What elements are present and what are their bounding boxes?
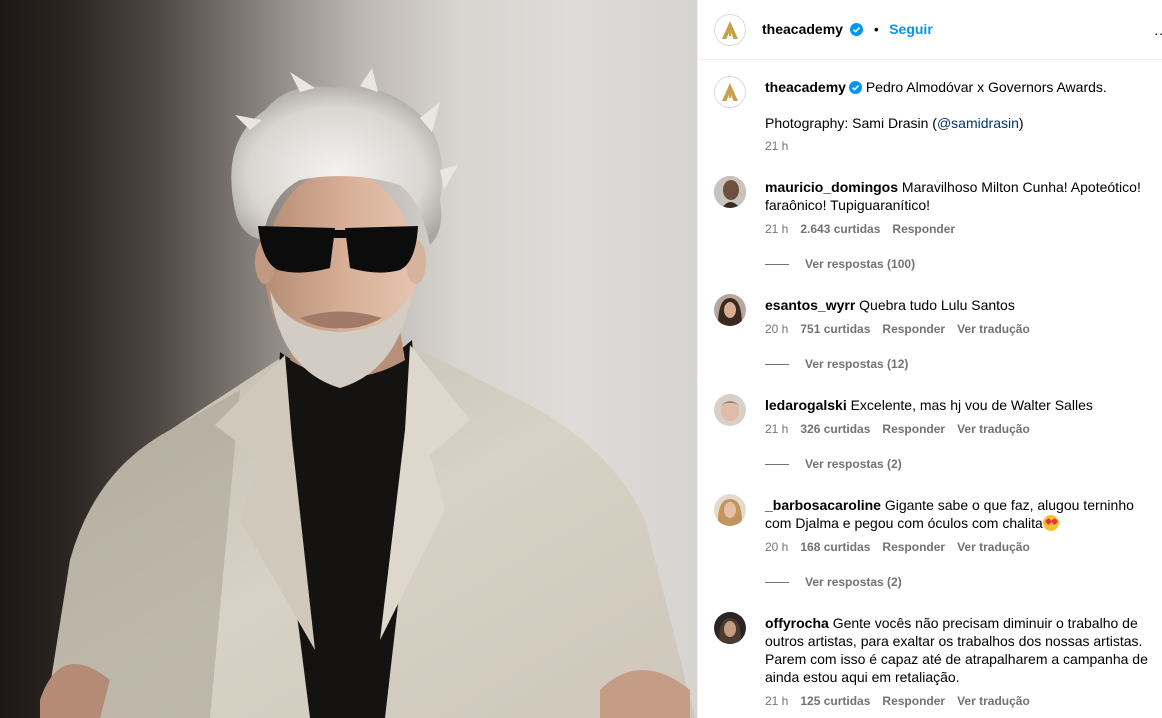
mention-link[interactable]: @samidrasin: [937, 115, 1019, 131]
comment-time[interactable]: 20 h: [765, 322, 788, 336]
avatar[interactable]: [714, 294, 746, 326]
replies-divider: [765, 364, 789, 366]
comment-text: Excelente, mas hj vou de Walter Salles: [850, 397, 1093, 413]
likes-count[interactable]: 751 curtidas: [800, 322, 870, 336]
caption-credit: Photography: Sami Drasin (@samidrasin): [765, 115, 1024, 131]
reply-button[interactable]: Responder: [882, 322, 945, 336]
more-options-icon[interactable]: ...: [1154, 22, 1162, 38]
view-replies-button[interactable]: Ver respostas (12): [765, 357, 908, 371]
replies-divider: [765, 264, 789, 266]
portrait-illustration: [40, 68, 695, 718]
comment-time[interactable]: 21 h: [765, 694, 788, 708]
caption-time[interactable]: 21 h: [765, 139, 788, 153]
reply-button[interactable]: Responder: [882, 540, 945, 554]
comment-meta: 21 h 326 curtidas Responder Ver tradução: [765, 422, 1150, 436]
comment-time[interactable]: 21 h: [765, 422, 788, 436]
header-username[interactable]: theacademy: [762, 21, 843, 37]
heart-eyes-emoji-icon: [1042, 515, 1059, 531]
verified-badge-icon: [850, 23, 864, 36]
caption-username[interactable]: theacademy: [765, 79, 846, 95]
likes-count[interactable]: 2.643 curtidas: [800, 222, 880, 236]
translate-button[interactable]: Ver tradução: [957, 322, 1030, 336]
avatar[interactable]: [714, 394, 746, 426]
replies-divider: [765, 464, 789, 466]
avatar[interactable]: [714, 176, 746, 208]
replies-divider: [765, 582, 789, 584]
translate-button[interactable]: Ver tradução: [957, 694, 1030, 708]
comment-text: Quebra tudo Lulu Santos: [859, 297, 1015, 313]
comment-username[interactable]: esantos_wyrr: [765, 297, 855, 313]
translate-button[interactable]: Ver tradução: [957, 422, 1030, 436]
comment-time[interactable]: 20 h: [765, 540, 788, 554]
separator-dot: •: [873, 21, 879, 37]
reply-button[interactable]: Responder: [882, 422, 945, 436]
likes-count[interactable]: 326 curtidas: [800, 422, 870, 436]
avatar[interactable]: [714, 494, 746, 526]
reply-button[interactable]: Responder: [892, 222, 955, 236]
comment-meta: 21 h 125 curtidas Responder Ver tradução: [765, 694, 1150, 708]
comment-username[interactable]: offyrocha: [765, 615, 829, 631]
post-sidebar: theacademy • Seguir ... theacademy Pedro…: [697, 0, 1162, 718]
comment-username[interactable]: mauricio_domingos: [765, 179, 898, 195]
account-avatar[interactable]: [714, 14, 746, 46]
comment-meta: 21 h 2.643 curtidas Responder: [765, 222, 1150, 236]
post-photo[interactable]: [0, 0, 697, 718]
view-replies-button[interactable]: Ver respostas (100): [765, 257, 915, 271]
likes-count[interactable]: 125 curtidas: [800, 694, 870, 708]
post-header: theacademy • Seguir ...: [698, 0, 1162, 60]
comment-username[interactable]: ledarogalski: [765, 397, 847, 413]
comment-username[interactable]: _barbosacaroline: [765, 497, 881, 513]
likes-count[interactable]: 168 curtidas: [800, 540, 870, 554]
comment-time[interactable]: 21 h: [765, 222, 788, 236]
caption-avatar[interactable]: [714, 76, 746, 108]
academy-logo-icon: [722, 83, 738, 101]
view-replies-button[interactable]: Ver respostas (2): [765, 575, 902, 589]
view-replies-button[interactable]: Ver respostas (2): [765, 457, 902, 471]
comment-meta: 20 h 168 curtidas Responder Ver tradução: [765, 540, 1150, 554]
translate-button[interactable]: Ver tradução: [957, 540, 1030, 554]
comment-meta: 20 h 751 curtidas Responder Ver tradução: [765, 322, 1150, 336]
verified-badge-icon: [848, 81, 862, 94]
caption-text: Pedro Almodóvar x Governors Awards.: [865, 79, 1107, 95]
academy-logo-icon: [722, 21, 738, 39]
avatar[interactable]: [714, 612, 746, 644]
follow-button[interactable]: Seguir: [889, 21, 933, 37]
reply-button[interactable]: Responder: [882, 694, 945, 708]
